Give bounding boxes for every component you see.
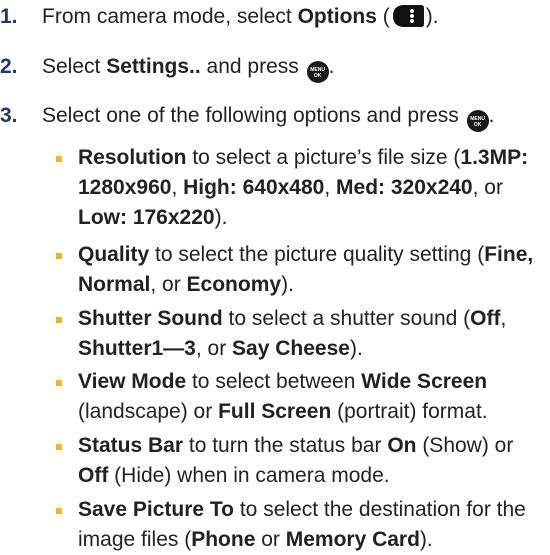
step-text: Select one of the following options and … [42, 101, 494, 132]
text-run: to select between [186, 370, 362, 393]
text-run: to select the picture quality setting ( [149, 243, 485, 266]
bullet-text: Save Picture To to select the destinatio… [78, 495, 548, 555]
menu-ok-icon: MENU OK [466, 110, 489, 132]
text-run: to turn the status bar [183, 434, 388, 457]
step-number: 3. [0, 104, 18, 127]
bold-run: Low: 176x220 [78, 206, 215, 229]
bullet-marker [56, 444, 62, 450]
text-run: (Hide) when in camera mode. [108, 464, 390, 487]
text-run: or [255, 528, 286, 551]
bullet-marker [56, 380, 62, 386]
bullet-text: View Mode to select between Wide Screen … [78, 367, 548, 427]
text-run: ). [419, 528, 433, 551]
bold-run: High: 640x480 [183, 176, 325, 199]
bullet-text: Shutter Sound to select a shutter sound … [78, 304, 548, 364]
bold-run: Memory Card [285, 528, 420, 551]
text-run: ). [281, 273, 294, 296]
bold-run: Off [470, 307, 501, 330]
step-text: From camera mode, select Options (). [42, 5, 439, 28]
text-run: , or [150, 273, 187, 296]
bold-run: Status Bar [78, 434, 184, 457]
bold-run: Save Picture To [78, 498, 235, 521]
bold-run: Shutter1—3 [78, 337, 196, 360]
bold-run: Economy [186, 273, 282, 296]
bold-run: Full Screen [218, 400, 332, 423]
bold-run: On [387, 434, 417, 457]
text-run: ). [214, 206, 228, 229]
text-run: , or [472, 176, 503, 199]
bold-run: Off [78, 464, 109, 487]
text-run: , [324, 176, 337, 199]
text-run: (portrait) format. [331, 400, 488, 423]
options-softkey-icon [392, 5, 424, 27]
text-run: to select a picture’s file size ( [186, 146, 461, 169]
text-run: to select a shutter sound ( [222, 307, 471, 330]
bold-run: Med: 320x240 [336, 176, 473, 199]
bold-run: Wide Screen [361, 370, 488, 393]
bullet-marker [56, 317, 62, 323]
menu-ok-icon: MENU OK [306, 61, 329, 83]
bullet-text: Status Bar to turn the status bar On (Sh… [78, 431, 548, 491]
bullet-text: Resolution to select a picture’s file si… [78, 143, 548, 233]
step-text: Select Settings.. and press MENU OK. [42, 52, 334, 83]
bold-run: Quality [78, 243, 150, 266]
text-run: ). [349, 337, 363, 360]
step-number: 1. [0, 5, 18, 28]
text-run: (Show) or [416, 434, 514, 457]
bullet-text: Quality to select the picture quality se… [78, 240, 548, 300]
bullet-marker [56, 156, 62, 162]
bullet-marker [56, 508, 62, 514]
text-run: , [500, 307, 507, 330]
step-number: 2. [0, 55, 18, 78]
bold-run: Say Cheese [232, 337, 350, 360]
bold-run: Resolution [78, 146, 187, 169]
bullet-marker [56, 253, 62, 259]
bold-run: View Mode [78, 370, 187, 393]
text-run: (landscape) or [78, 400, 219, 423]
text-run: , or [195, 337, 233, 360]
text-run: , [171, 176, 184, 199]
bold-run: Phone [191, 528, 256, 551]
bold-run: Shutter Sound [78, 307, 223, 330]
